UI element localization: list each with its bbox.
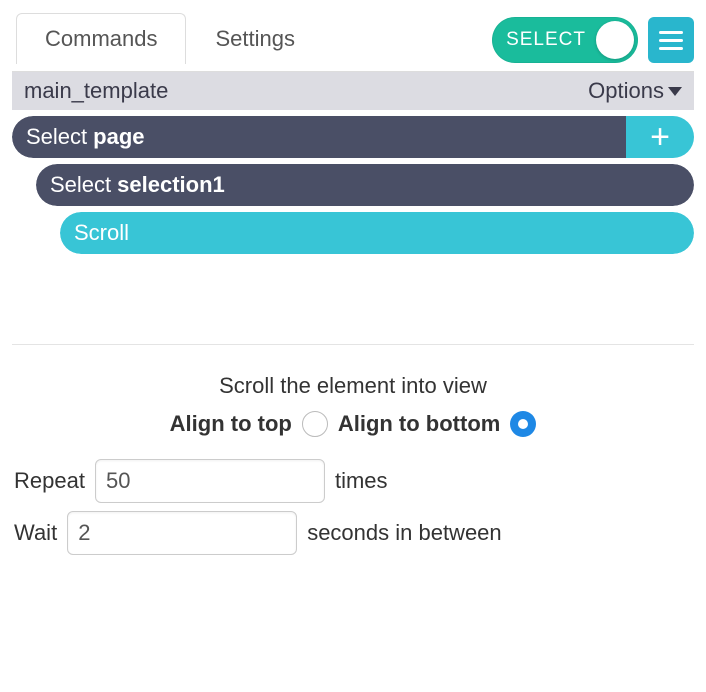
command-select-page[interactable]: Select page + [12,116,694,158]
menu-button[interactable] [648,17,694,63]
repeat-input[interactable] [95,459,325,503]
config-heading: Scroll the element into view [12,373,694,399]
options-label: Options [588,78,664,104]
align-top-radio[interactable] [302,411,328,437]
repeat-suffix: times [335,468,388,494]
tabs: Commands Settings [16,12,324,63]
template-name: main_template [24,78,168,104]
command-label: Select page [12,116,626,158]
toggle-knob [596,21,634,59]
plus-icon: + [650,118,670,157]
command-select-selection1[interactable]: Select selection1 [36,164,694,206]
command-scroll[interactable]: Scroll [60,212,694,254]
tab-settings[interactable]: Settings [186,13,324,64]
command-text: Scroll [74,220,129,246]
align-bottom-radio[interactable] [510,411,536,437]
tab-commands[interactable]: Commands [16,13,186,64]
align-bottom-label: Align to bottom [338,411,501,437]
hamburger-icon [659,47,683,50]
add-command-button[interactable]: + [626,116,694,158]
command-prefix: Select [50,172,111,198]
repeat-row: Repeat times [12,459,694,503]
wait-suffix: seconds in between [307,520,501,546]
command-target: selection1 [117,172,225,198]
commands-panel: main_template Options Select page + Sele… [12,71,694,254]
scroll-config: Scroll the element into view Align to to… [12,373,694,555]
hamburger-icon [659,31,683,34]
hamburger-icon [659,39,683,42]
top-right-controls: SELECT [492,17,694,63]
command-label: Select selection1 [36,164,694,206]
repeat-label: Repeat [14,468,85,494]
caret-down-icon [668,87,682,96]
select-mode-label: SELECT [506,29,586,51]
top-bar: Commands Settings SELECT [12,12,694,71]
section-divider [12,344,694,345]
command-prefix: Select [26,124,87,150]
command-target: page [93,124,144,150]
wait-label: Wait [14,520,57,546]
command-label: Scroll [60,212,694,254]
align-options: Align to top Align to bottom [12,411,694,437]
select-mode-toggle[interactable]: SELECT [492,17,638,63]
wait-row: Wait seconds in between [12,511,694,555]
template-options[interactable]: Options [588,78,682,104]
template-header: main_template Options [12,72,694,110]
align-top-label: Align to top [170,411,292,437]
wait-input[interactable] [67,511,297,555]
